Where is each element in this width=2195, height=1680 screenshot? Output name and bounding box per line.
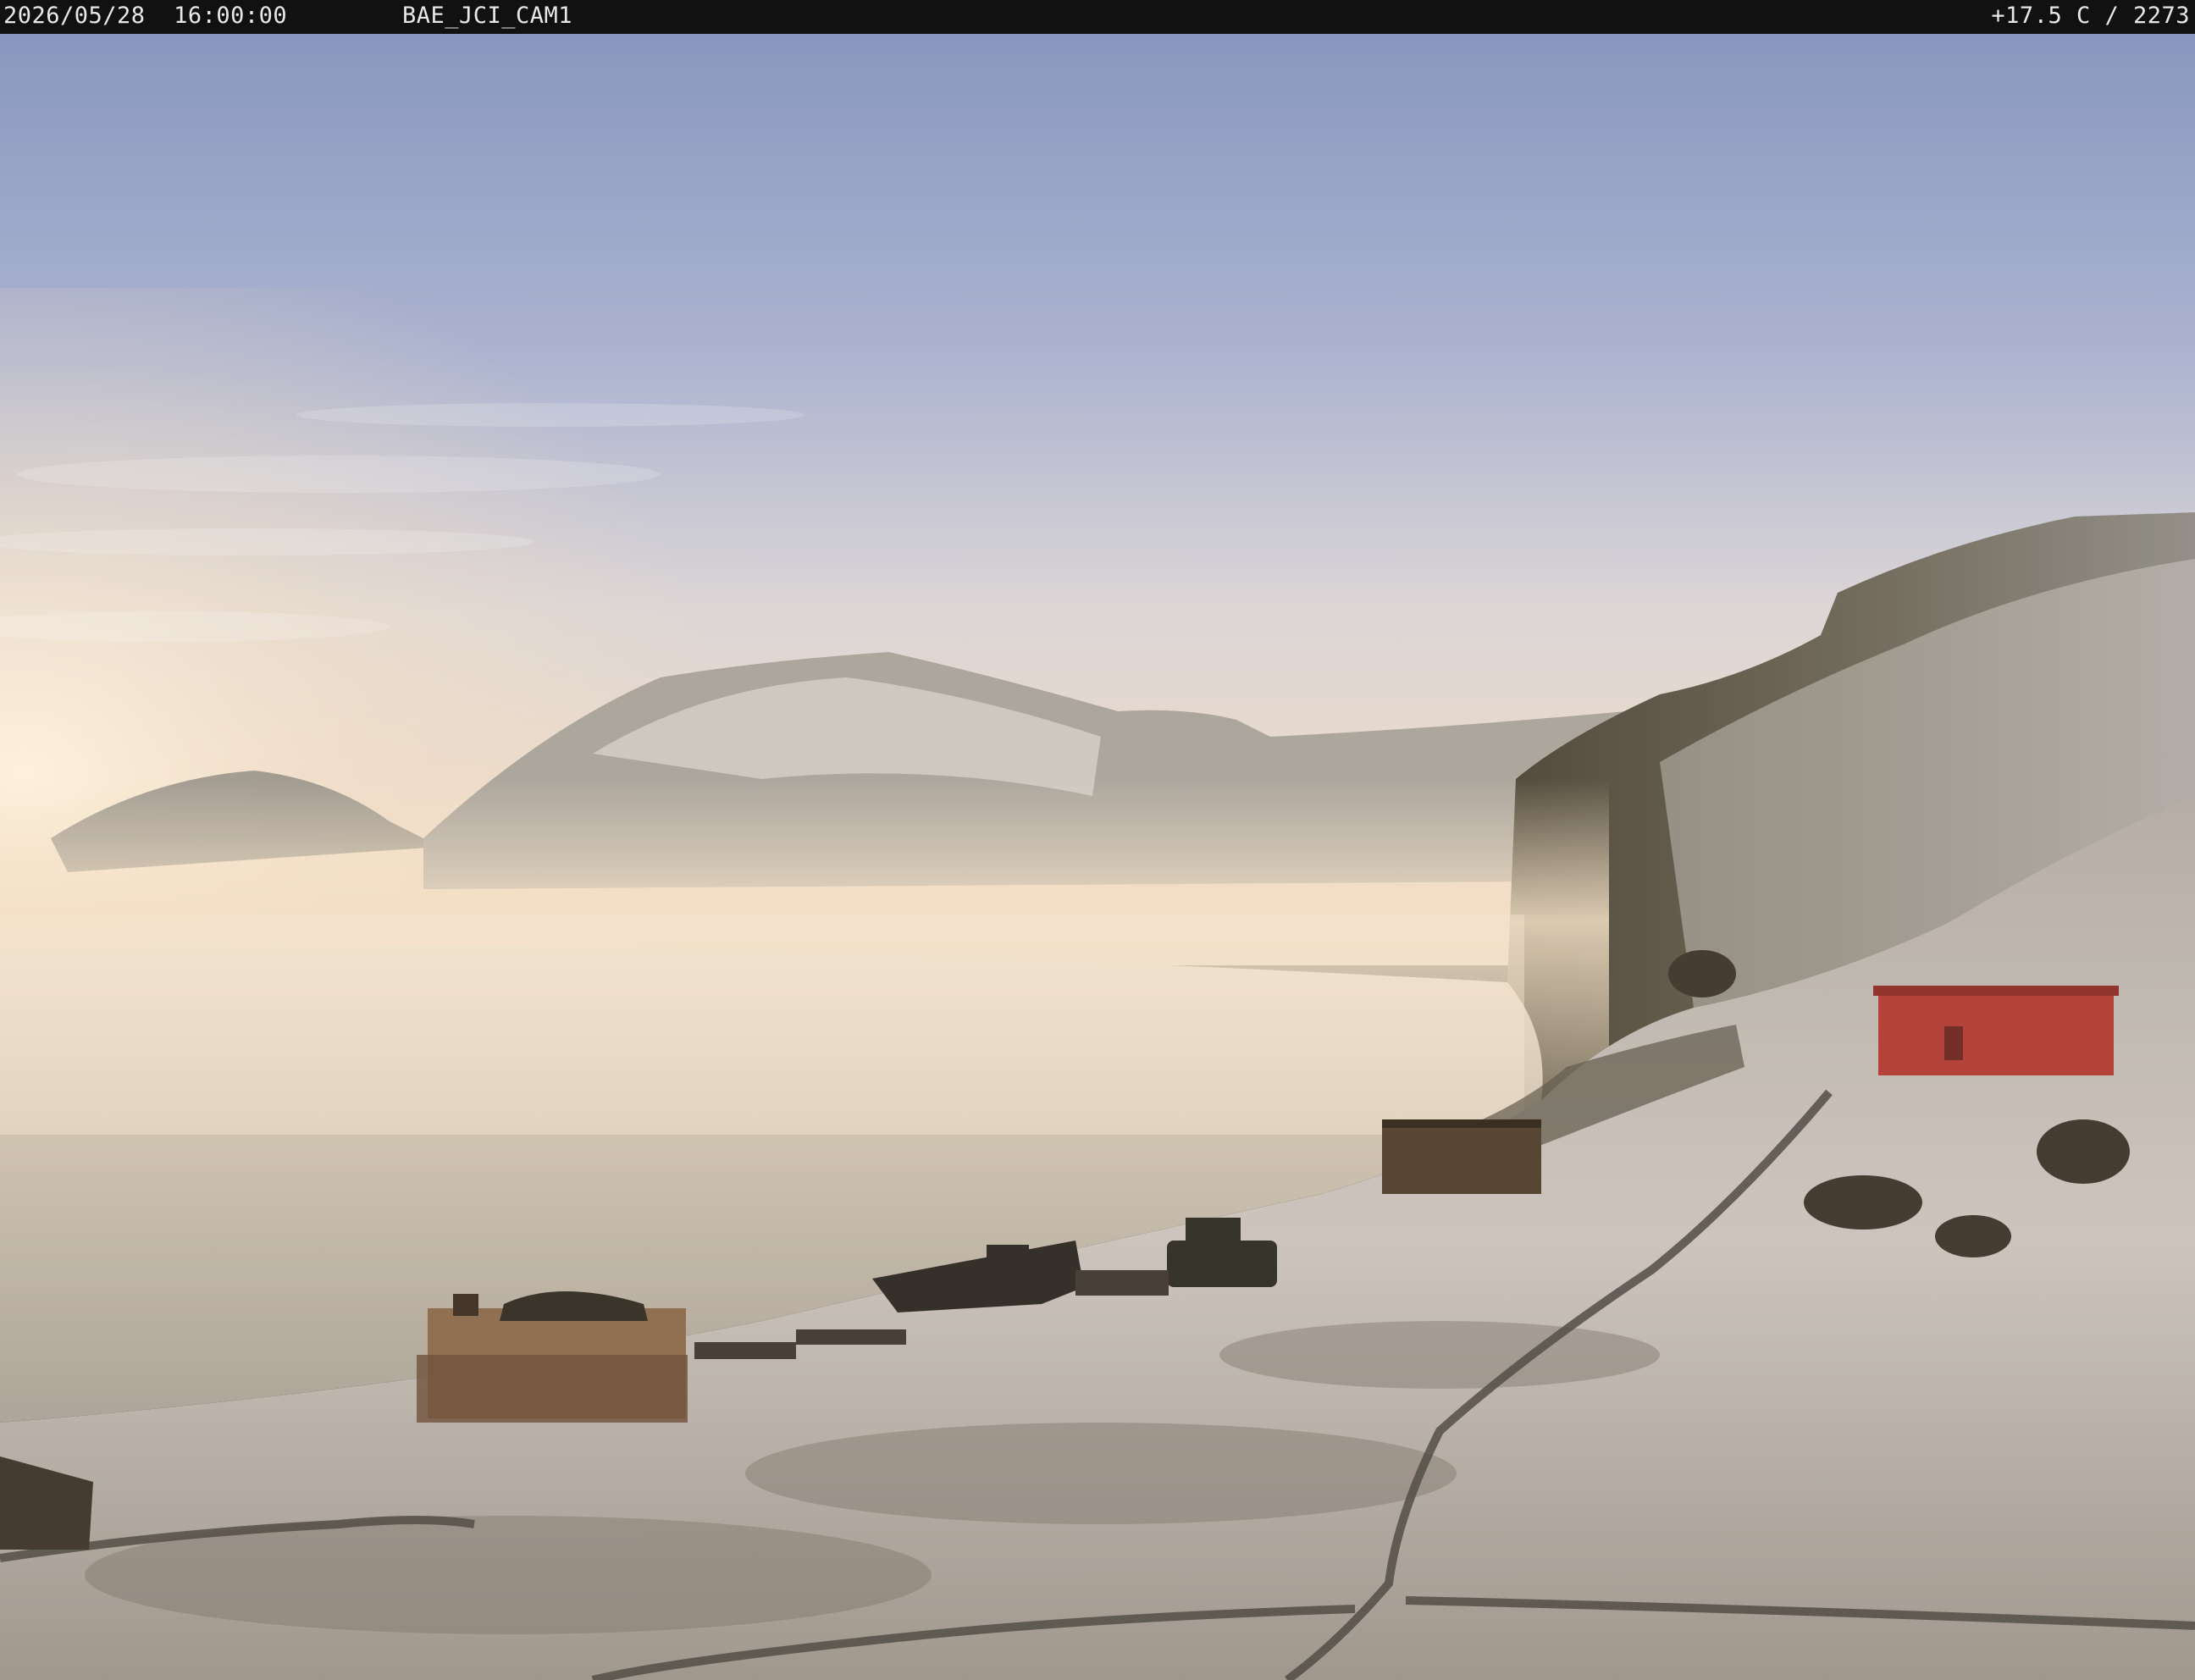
timestamp-label: 2026/05/28 16:00:00 (3, 3, 288, 29)
warm-haze (0, 34, 2195, 1680)
camera-id-label: BAE_JCI_CAM1 (402, 3, 573, 29)
webcam-scene (0, 34, 2195, 1680)
camera-overlay-bar: 2026/05/28 16:00:00 BAE_JCI_CAM1 +17.5 C… (0, 0, 2195, 34)
temperature-readout: +17.5 C / 2273 (1991, 3, 2190, 29)
